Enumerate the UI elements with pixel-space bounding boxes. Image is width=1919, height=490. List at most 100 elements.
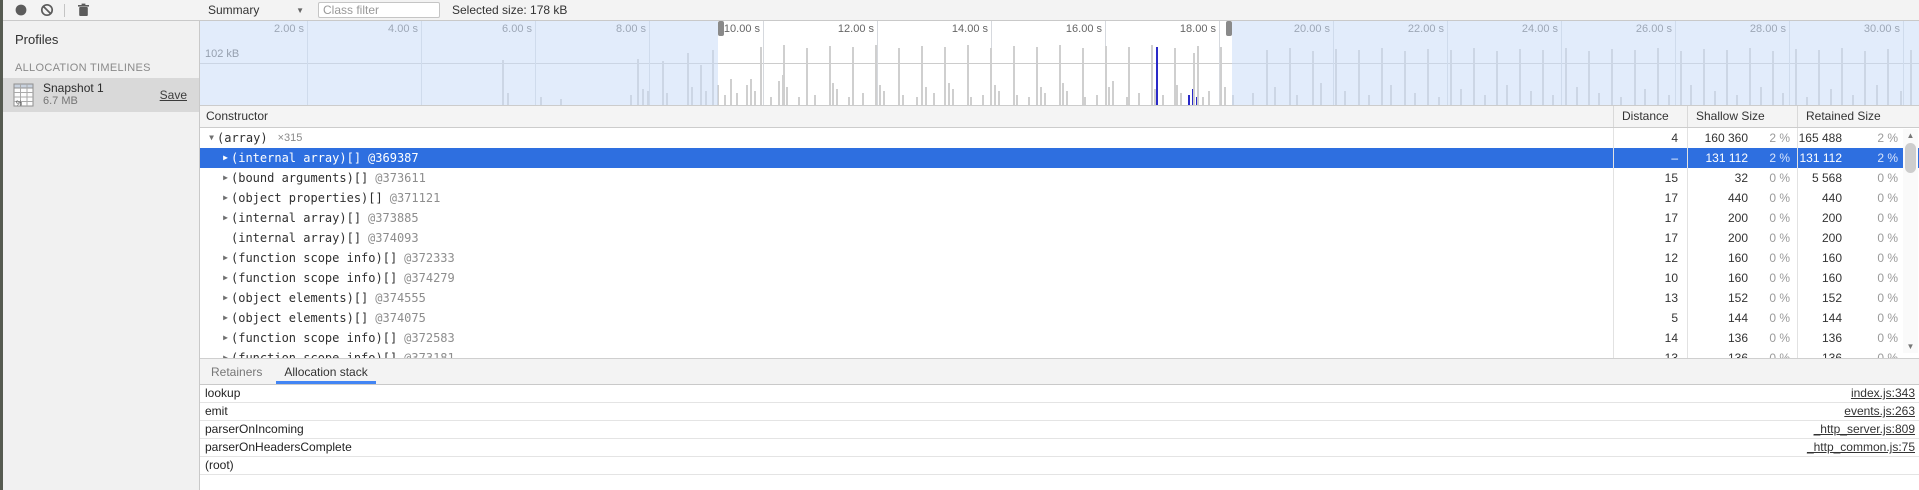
size-value: 165 488: [1798, 128, 1842, 148]
shallow-size-cell: 1360 %: [1687, 348, 1797, 358]
heap-grid-row[interactable]: ▶(function scope info)[]@372583141360 %1…: [200, 328, 1919, 348]
allocation-bar: [1028, 97, 1030, 105]
source-link[interactable]: index.js:343: [1851, 385, 1919, 402]
expand-icon[interactable]: ▶: [220, 288, 231, 308]
perspective-select-value: Summary: [208, 3, 259, 17]
allocation-bar: [933, 93, 935, 105]
selection-handle-right[interactable]: [1226, 21, 1232, 36]
heap-grid-row[interactable]: ▶(object elements)[]@374555131520 %1520 …: [200, 288, 1919, 308]
size-percent: 0 %: [1748, 308, 1797, 328]
allocation-bar-live: [1156, 47, 1158, 105]
expand-icon[interactable]: ▶: [220, 168, 231, 188]
expand-icon[interactable]: ▶: [220, 148, 231, 168]
source-link[interactable]: _http_common.js:75: [1807, 439, 1919, 456]
source-link[interactable]: events.js:263: [1844, 403, 1919, 420]
grid-scrollbar[interactable]: ▲ ▼: [1903, 129, 1918, 353]
delete-profile-icon[interactable]: [74, 2, 92, 18]
allocation-bar: [1105, 46, 1107, 105]
heap-grid-row[interactable]: ▶(bound arguments)[]@37361115320 %5 5680…: [200, 168, 1919, 188]
allocation-bar: [970, 97, 972, 105]
perspective-select[interactable]: Summary ▼: [200, 3, 310, 17]
size-value: 136: [1798, 348, 1842, 358]
size-value: 131 112: [1798, 148, 1842, 168]
heap-object-grid: ▼(array)×3154160 3602 %165 4882 %▶(inter…: [200, 128, 1919, 358]
column-header-shallow-size[interactable]: Shallow Size: [1687, 106, 1797, 127]
allocation-bar: [898, 48, 900, 105]
column-header-retained-size[interactable]: Retained Size: [1797, 106, 1919, 127]
expand-icon[interactable]: ▶: [220, 248, 231, 268]
allocation-bar: [1151, 45, 1153, 105]
object-id: @369387: [368, 148, 419, 168]
heap-grid-row[interactable]: ▶(function scope info)[]@372333121600 %1…: [200, 248, 1919, 268]
expand-icon[interactable]: ▶: [220, 208, 231, 228]
retained-size-cell: 1360 %: [1797, 348, 1919, 358]
column-header-distance[interactable]: Distance: [1613, 106, 1687, 127]
heap-grid-row[interactable]: ▶(internal array)[]@369387–131 1122 %131…: [200, 148, 1919, 168]
stack-frame-function: emit: [200, 403, 228, 420]
allocation-bar: [1162, 95, 1164, 105]
expand-icon[interactable]: ▶: [220, 188, 231, 208]
stack-frame-row[interactable]: parserOnHeadersComplete_http_common.js:7…: [200, 439, 1919, 457]
stack-frame-row[interactable]: (root): [200, 457, 1919, 475]
size-percent: 2 %: [1748, 148, 1797, 168]
heap-grid-row[interactable]: ▶(internal array)[]@373885172000 %2000 %: [200, 208, 1919, 228]
shallow-size-cell: 2000 %: [1687, 228, 1797, 248]
shallow-size-cell: 4400 %: [1687, 188, 1797, 208]
size-percent: 0 %: [1748, 248, 1797, 268]
tab-allocation-stack[interactable]: Allocation stack: [273, 359, 378, 384]
class-filter-input[interactable]: [318, 2, 440, 18]
allocation-timeline-overview[interactable]: 102 kB 2.00 s4.00 s6.00 s8.00 s10.00 s12…: [200, 21, 1919, 105]
column-header-constructor[interactable]: Constructor: [200, 106, 1613, 127]
constructor-cell: (internal array)[]@374093: [200, 228, 1613, 248]
source-link[interactable]: _http_server.js:809: [1814, 421, 1919, 438]
allocation-bar: [1202, 97, 1204, 105]
shallow-size-cell: 2000 %: [1687, 208, 1797, 228]
scroll-down-icon[interactable]: ▼: [1903, 340, 1918, 353]
size-value: 440: [1798, 188, 1842, 208]
expand-icon[interactable]: ▶: [220, 328, 231, 348]
heap-grid-row[interactable]: ▶(object elements)[]@37407551440 %1440 %: [200, 308, 1919, 328]
allocation-bar: [1180, 93, 1182, 105]
allocation-bar: [1066, 91, 1068, 105]
constructor-name: (function scope info)[]: [231, 268, 397, 288]
distance-cell: 17: [1613, 208, 1687, 228]
sidebar-item-snapshot-1[interactable]: % Snapshot 1 6.7 MB Save: [3, 78, 199, 112]
record-allocation-icon[interactable]: [12, 2, 30, 18]
collapse-icon[interactable]: ▼: [206, 128, 217, 148]
expand-icon[interactable]: ▶: [220, 348, 231, 358]
scrollbar-thumb[interactable]: [1905, 143, 1916, 173]
save-link[interactable]: Save: [160, 88, 187, 102]
toolbar-divider: [64, 4, 65, 17]
shallow-size-cell: 131 1122 %: [1687, 148, 1797, 168]
clear-block-icon[interactable]: [38, 2, 56, 18]
distance-cell: 14: [1613, 328, 1687, 348]
selection-handle-left[interactable]: [718, 21, 724, 36]
allocation-bar: [879, 85, 881, 105]
stack-frame-row[interactable]: lookupindex.js:343: [200, 385, 1919, 403]
stack-frame-row[interactable]: emit events.js:263: [200, 403, 1919, 421]
heap-grid-row[interactable]: ▶(object properties)[]@371121174400 %440…: [200, 188, 1919, 208]
heap-grid-row[interactable]: ▶(function scope info)[]@373181131360 %1…: [200, 348, 1919, 358]
scroll-up-icon[interactable]: ▲: [1903, 129, 1918, 142]
allocation-bar: [902, 95, 904, 105]
object-id: @373181: [404, 348, 455, 358]
size-value: 136: [1798, 328, 1842, 348]
expand-icon[interactable]: ▶: [220, 308, 231, 328]
instance-count: ×315: [278, 128, 303, 148]
shallow-size-cell: 1360 %: [1687, 328, 1797, 348]
heap-grid-row[interactable]: ▼(array)×3154160 3602 %165 4882 %: [200, 128, 1919, 148]
tab-retainers[interactable]: Retainers: [200, 359, 273, 384]
allocation-bar: [806, 48, 808, 105]
profiler-toolbar: Summary ▼ Selected size: 178 kB: [3, 0, 1919, 21]
heap-grid-row[interactable]: (internal array)[]@374093172000 %2000 %: [200, 228, 1919, 248]
snapshot-meta: Snapshot 1 6.7 MB: [43, 82, 104, 108]
size-percent: 0 %: [1748, 288, 1797, 308]
size-percent: 0 %: [1748, 188, 1797, 208]
expand-icon[interactable]: ▶: [220, 268, 231, 288]
heap-snapshot-icon: %: [13, 83, 34, 107]
stack-frame-row[interactable]: parserOnIncoming_http_server.js:809: [200, 421, 1919, 439]
allocation-bar-live: [1188, 95, 1190, 105]
size-value: 144: [1688, 308, 1748, 328]
constructor-cell: ▶(internal array)[]@373885: [200, 208, 1613, 228]
heap-grid-row[interactable]: ▶(function scope info)[]@374279101600 %1…: [200, 268, 1919, 288]
